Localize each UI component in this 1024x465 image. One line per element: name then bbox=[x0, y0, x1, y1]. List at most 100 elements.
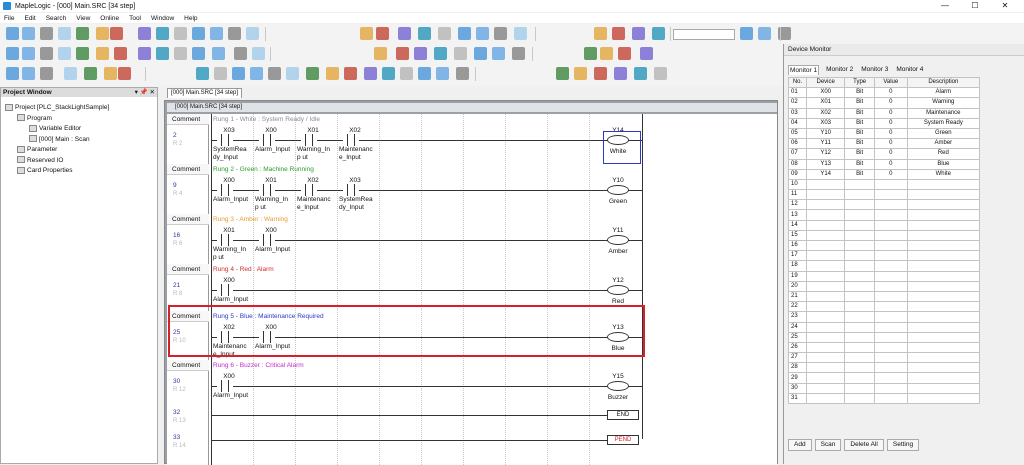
add-button[interactable]: Add bbox=[788, 439, 812, 451]
toolbar-button-icon[interactable] bbox=[400, 67, 413, 80]
toolbar-button-icon[interactable] bbox=[210, 27, 223, 40]
table-row[interactable]: 01 X00 Bit 0 Alarm bbox=[788, 87, 981, 99]
toolbar-button-icon[interactable] bbox=[438, 27, 451, 40]
pend-instruction[interactable]: PEND bbox=[607, 435, 639, 445]
end-instruction[interactable]: END bbox=[607, 410, 639, 420]
menu-online[interactable]: Online bbox=[100, 15, 119, 22]
table-row[interactable]: 31 bbox=[788, 392, 981, 405]
toolbar-button-icon[interactable] bbox=[574, 67, 587, 80]
contact-symbol[interactable] bbox=[217, 380, 233, 392]
toolbar-button-icon[interactable] bbox=[614, 67, 627, 80]
toolbar-button-icon[interactable] bbox=[96, 27, 109, 40]
tab-monitor-4[interactable]: Monitor 4 bbox=[895, 65, 924, 75]
toolbar-button-icon[interactable] bbox=[652, 27, 665, 40]
toolbar-button-icon[interactable] bbox=[64, 67, 77, 80]
table-row[interactable]: 27 bbox=[788, 352, 981, 364]
table-row[interactable]: 24 bbox=[788, 321, 981, 333]
toolbar-button-icon[interactable] bbox=[376, 27, 389, 40]
menu-help[interactable]: Help bbox=[184, 15, 197, 22]
toolbar-button-icon[interactable] bbox=[634, 67, 647, 80]
toolbar-button-icon[interactable] bbox=[228, 27, 241, 40]
toolbar-button-icon[interactable] bbox=[104, 67, 117, 80]
tree-item[interactable]: Parameter bbox=[1, 145, 157, 156]
toolbar-button-icon[interactable] bbox=[138, 27, 151, 40]
delete-all-button[interactable]: Delete All bbox=[844, 439, 884, 451]
table-row[interactable]: 25 bbox=[788, 331, 981, 343]
toolbar-button-icon[interactable] bbox=[174, 47, 187, 60]
toolbar-button-icon[interactable] bbox=[740, 27, 753, 40]
coil-symbol[interactable] bbox=[607, 285, 629, 295]
toolbar-button-icon[interactable] bbox=[612, 27, 625, 40]
toolbar-button-icon[interactable] bbox=[476, 27, 489, 40]
toolbar-button-icon[interactable] bbox=[454, 47, 467, 60]
toolbar-button-icon[interactable] bbox=[84, 67, 97, 80]
toolbar-button-icon[interactable] bbox=[306, 67, 319, 80]
toolbar-button-icon[interactable] bbox=[214, 67, 227, 80]
toolbar-button-icon[interactable] bbox=[594, 67, 607, 80]
table-row[interactable]: 22 bbox=[788, 301, 981, 313]
table-row[interactable]: 04 X03 Bit 0 System Ready bbox=[788, 117, 981, 129]
table-row[interactable]: 12 bbox=[788, 199, 981, 211]
table-row[interactable]: 08 Y13 Bit 0 Blue bbox=[788, 158, 981, 170]
toolbar-button-icon[interactable] bbox=[6, 47, 19, 60]
toolbar-button-icon[interactable] bbox=[96, 47, 109, 60]
toolbar-button-icon[interactable] bbox=[414, 47, 427, 60]
toolbar-button-icon[interactable] bbox=[138, 47, 151, 60]
toolbar-button-icon[interactable] bbox=[212, 47, 225, 60]
close-button[interactable]: ✕ bbox=[990, 0, 1020, 12]
contact-symbol[interactable] bbox=[217, 184, 233, 196]
table-row[interactable]: 23 bbox=[788, 311, 981, 323]
toolbar-button-icon[interactable] bbox=[418, 27, 431, 40]
toolbar-button-icon[interactable] bbox=[234, 47, 247, 60]
table-row[interactable]: 26 bbox=[788, 341, 981, 354]
toolbar-button-icon[interactable] bbox=[364, 67, 377, 80]
toolbar-button-icon[interactable] bbox=[250, 67, 263, 80]
toolbar-button-icon[interactable] bbox=[436, 67, 449, 80]
toolbar-button-icon[interactable] bbox=[174, 27, 187, 40]
toolbar-button-icon[interactable] bbox=[6, 67, 19, 80]
table-row[interactable]: 18 bbox=[788, 260, 981, 272]
toolbar-button-icon[interactable] bbox=[512, 47, 525, 60]
table-row[interactable]: 15 bbox=[788, 229, 981, 242]
contact-symbol[interactable] bbox=[259, 184, 275, 196]
tab-monitor-2[interactable]: Monitor 2 bbox=[825, 65, 854, 75]
table-row[interactable]: 10 bbox=[788, 178, 981, 191]
scan-button[interactable]: Scan bbox=[814, 439, 842, 451]
toolbar-button-icon[interactable] bbox=[326, 67, 339, 80]
toolbar-button-icon[interactable] bbox=[192, 47, 205, 60]
toolbar-button-icon[interactable] bbox=[594, 27, 607, 40]
toolbar-button-icon[interactable] bbox=[458, 27, 471, 40]
menu-tool[interactable]: Tool bbox=[129, 15, 141, 22]
toolbar-button-icon[interactable] bbox=[196, 67, 209, 80]
pin-close-icon[interactable]: ▾ 📌 ✕ bbox=[135, 88, 155, 97]
table-row[interactable]: 21 bbox=[788, 290, 981, 303]
toolbar-button-icon[interactable] bbox=[40, 67, 53, 80]
table-row[interactable]: 20 bbox=[788, 280, 981, 292]
toolbar-button-icon[interactable] bbox=[584, 47, 597, 60]
tab-main-src[interactable]: [000] Main.SRC [34 step] bbox=[167, 88, 243, 98]
tree-item[interactable]: Program bbox=[1, 114, 157, 125]
toolbar-button-icon[interactable] bbox=[58, 47, 71, 60]
minimize-button[interactable]: — bbox=[930, 0, 960, 12]
toolbar-button-icon[interactable] bbox=[76, 47, 89, 60]
toolbar-button-icon[interactable] bbox=[360, 27, 373, 40]
toolbar-button-icon[interactable] bbox=[396, 47, 409, 60]
toolbar-button-icon[interactable] bbox=[382, 67, 395, 80]
table-row[interactable]: 28 bbox=[788, 362, 981, 374]
table-row[interactable]: 29 bbox=[788, 372, 981, 384]
toolbar-button-icon[interactable] bbox=[22, 67, 35, 80]
ladder-diagram[interactable]: Comment Rung 1 - White : System Ready / I… bbox=[167, 114, 777, 465]
toolbar-button-icon[interactable] bbox=[600, 47, 613, 60]
toolbar-button-icon[interactable] bbox=[118, 67, 131, 80]
table-row[interactable]: 02 X01 Bit 0 Warning bbox=[788, 97, 981, 109]
menu-edit[interactable]: Edit bbox=[24, 15, 35, 22]
contact-symbol[interactable] bbox=[259, 134, 275, 146]
toolbar-button-icon[interactable] bbox=[6, 27, 19, 40]
contact-symbol[interactable] bbox=[301, 184, 317, 196]
toolbar-button-icon[interactable] bbox=[514, 27, 527, 40]
toolbar-button-icon[interactable] bbox=[76, 27, 89, 40]
contact-symbol[interactable] bbox=[259, 234, 275, 246]
toolbar-button-icon[interactable] bbox=[632, 27, 645, 40]
toolbar-button-icon[interactable] bbox=[344, 67, 357, 80]
contact-symbol[interactable] bbox=[217, 234, 233, 246]
